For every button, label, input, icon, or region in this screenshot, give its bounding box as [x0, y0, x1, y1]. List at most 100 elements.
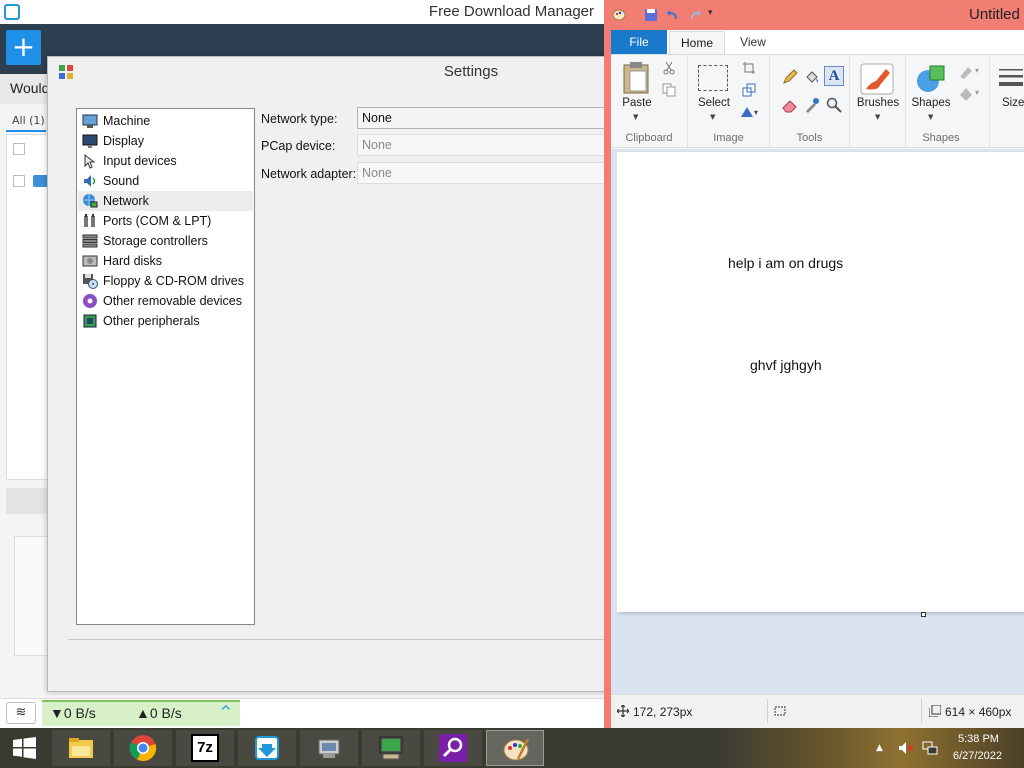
taskbar-chrome[interactable]: [114, 730, 172, 766]
paste-icon[interactable]: [622, 61, 652, 95]
network-type-select[interactable]: None: [357, 107, 607, 129]
fdm-banner-text: Would: [10, 80, 50, 96]
nav-item-sound[interactable]: Sound: [78, 171, 253, 191]
nav-item-network[interactable]: Network: [78, 191, 253, 211]
paste-label[interactable]: Paste: [611, 97, 663, 109]
rotate-icon[interactable]: ▾: [740, 105, 760, 119]
canvas-text: help i am on drugs: [728, 255, 844, 271]
start-button-windows-icon[interactable]: [0, 728, 50, 768]
select-label[interactable]: Select: [692, 97, 736, 109]
clock-time[interactable]: 5:38 PM: [958, 733, 999, 745]
settings-category-list: Machine Display Input devices Sound Netw…: [76, 108, 255, 625]
expand-speed-icon[interactable]: ^: [220, 704, 232, 720]
taskbar-emulator[interactable]: [362, 730, 420, 766]
nav-item-label: Display: [103, 134, 144, 148]
nav-item-storage-controllers[interactable]: Storage controllers: [78, 231, 253, 251]
redo-icon[interactable]: [688, 8, 702, 22]
pencil-icon[interactable]: [782, 69, 798, 85]
device-manager-icon: [318, 739, 340, 758]
save-icon[interactable]: [644, 8, 658, 22]
ports-icon: [84, 214, 95, 227]
settings-dialog: Settings Machine Display Input devices S…: [47, 56, 608, 692]
nav-item-removable-devices[interactable]: Other removable devices: [78, 291, 253, 311]
tab-view[interactable]: View: [729, 30, 777, 54]
drawing-canvas[interactable]: help i am on drugs ghvf jghgyh: [617, 152, 1024, 612]
taskbar-device-manager[interactable]: [300, 730, 358, 766]
filter-all-tab[interactable]: All (1): [6, 112, 46, 132]
cut-icon[interactable]: [662, 61, 676, 75]
shapes-label[interactable]: Shapes: [908, 97, 954, 109]
canvas-resize-handle[interactable]: [921, 612, 926, 617]
volume-muted-icon[interactable]: [898, 741, 914, 755]
cursor-position: 172, 273px: [633, 705, 693, 719]
tools-group-label: Tools: [796, 132, 823, 144]
nav-item-input-devices[interactable]: Input devices: [78, 151, 253, 171]
speed-mode-icon[interactable]: ≋: [6, 702, 36, 724]
size-label[interactable]: Size: [1002, 97, 1024, 109]
brushes-icon[interactable]: [860, 63, 894, 95]
removable-devices-icon: [83, 294, 97, 308]
shapes-icon[interactable]: [914, 63, 948, 95]
paint-client: File Home View Paste ▼ Clipboard Select …: [611, 30, 1024, 728]
tab-file[interactable]: File: [611, 30, 667, 54]
taskbar-search[interactable]: [424, 730, 482, 766]
outline-icon[interactable]: ▾: [958, 63, 984, 79]
shape-fill-icon[interactable]: ▾: [958, 85, 984, 101]
fill-icon[interactable]: [804, 69, 820, 85]
nav-item-label: Network: [103, 194, 149, 208]
customize-qat-icon[interactable]: ▾: [708, 8, 722, 22]
chrome-icon: [129, 735, 157, 762]
taskbar-paint[interactable]: [486, 730, 544, 766]
add-download-button[interactable]: +: [6, 30, 41, 65]
nav-item-label: Other peripherals: [103, 314, 200, 328]
crop-icon[interactable]: [742, 61, 756, 75]
nav-item-hard-disks[interactable]: Hard disks: [78, 251, 253, 271]
eraser-icon[interactable]: [782, 97, 798, 113]
fdm-titlebar: Free Download Manager: [0, 0, 604, 24]
undo-icon[interactable]: [666, 8, 680, 22]
clock-date[interactable]: 6/27/2022: [953, 750, 1002, 762]
brushes-label[interactable]: Brushes: [850, 97, 906, 109]
canvas-size-icon: [929, 705, 941, 717]
text-tool-icon[interactable]: A: [824, 66, 844, 86]
size-icon[interactable]: [998, 67, 1024, 91]
show-hidden-icons-icon[interactable]: ▲: [876, 741, 892, 755]
network-icon: [83, 194, 98, 208]
emulator-icon: [379, 736, 403, 760]
nav-item-other-peripherals[interactable]: Other peripherals: [78, 311, 253, 331]
brushes-group: Brushes ▼: [850, 55, 906, 147]
tools-group: A Tools: [770, 55, 850, 147]
color-picker-icon[interactable]: [804, 97, 820, 113]
paint-statusbar: 172, 273px 614 × 460px: [611, 694, 1024, 728]
ribbon-tab-strip: File Home View: [611, 30, 1024, 55]
select-all-checkbox[interactable]: [13, 143, 25, 155]
machine-icon: [82, 114, 98, 128]
network-adapter-label: Network adapter:: [261, 167, 357, 181]
download-row-checkbox[interactable]: [13, 175, 25, 187]
taskbar-7zip[interactable]: 7z: [176, 730, 234, 766]
tab-home[interactable]: Home: [669, 31, 725, 55]
nav-item-display[interactable]: Display: [78, 131, 253, 151]
magnifier-icon[interactable]: [826, 97, 842, 113]
peripherals-icon: [83, 314, 97, 328]
network-type-label: Network type:: [261, 112, 338, 126]
hard-disk-icon: [82, 255, 98, 267]
ribbon: Paste ▼ Clipboard Select ▼ ▾ Image A Too…: [611, 54, 1024, 148]
nav-item-ports[interactable]: Ports (COM & LPT): [78, 211, 253, 231]
paint-window-title: Untitled: [969, 6, 1020, 23]
taskbar-free-download-manager[interactable]: [238, 730, 296, 766]
upload-speed: ▲0 B/s: [136, 705, 182, 721]
nav-item-machine[interactable]: Machine: [78, 111, 253, 131]
cursor-position-icon: [617, 705, 629, 717]
nav-item-label: Sound: [103, 174, 140, 188]
fdm-details-header: [6, 488, 48, 514]
size-group: Size: [990, 55, 1024, 147]
select-icon[interactable]: [698, 65, 728, 91]
resize-icon[interactable]: [742, 83, 756, 97]
network-status-icon[interactable]: [922, 741, 938, 755]
settings-divider: [68, 639, 608, 640]
taskbar-file-explorer[interactable]: [52, 730, 110, 766]
nav-item-floppy-cdrom[interactable]: Floppy & CD-ROM drives: [78, 271, 253, 291]
svg-text:▾: ▾: [975, 66, 979, 75]
copy-icon[interactable]: [662, 83, 676, 97]
